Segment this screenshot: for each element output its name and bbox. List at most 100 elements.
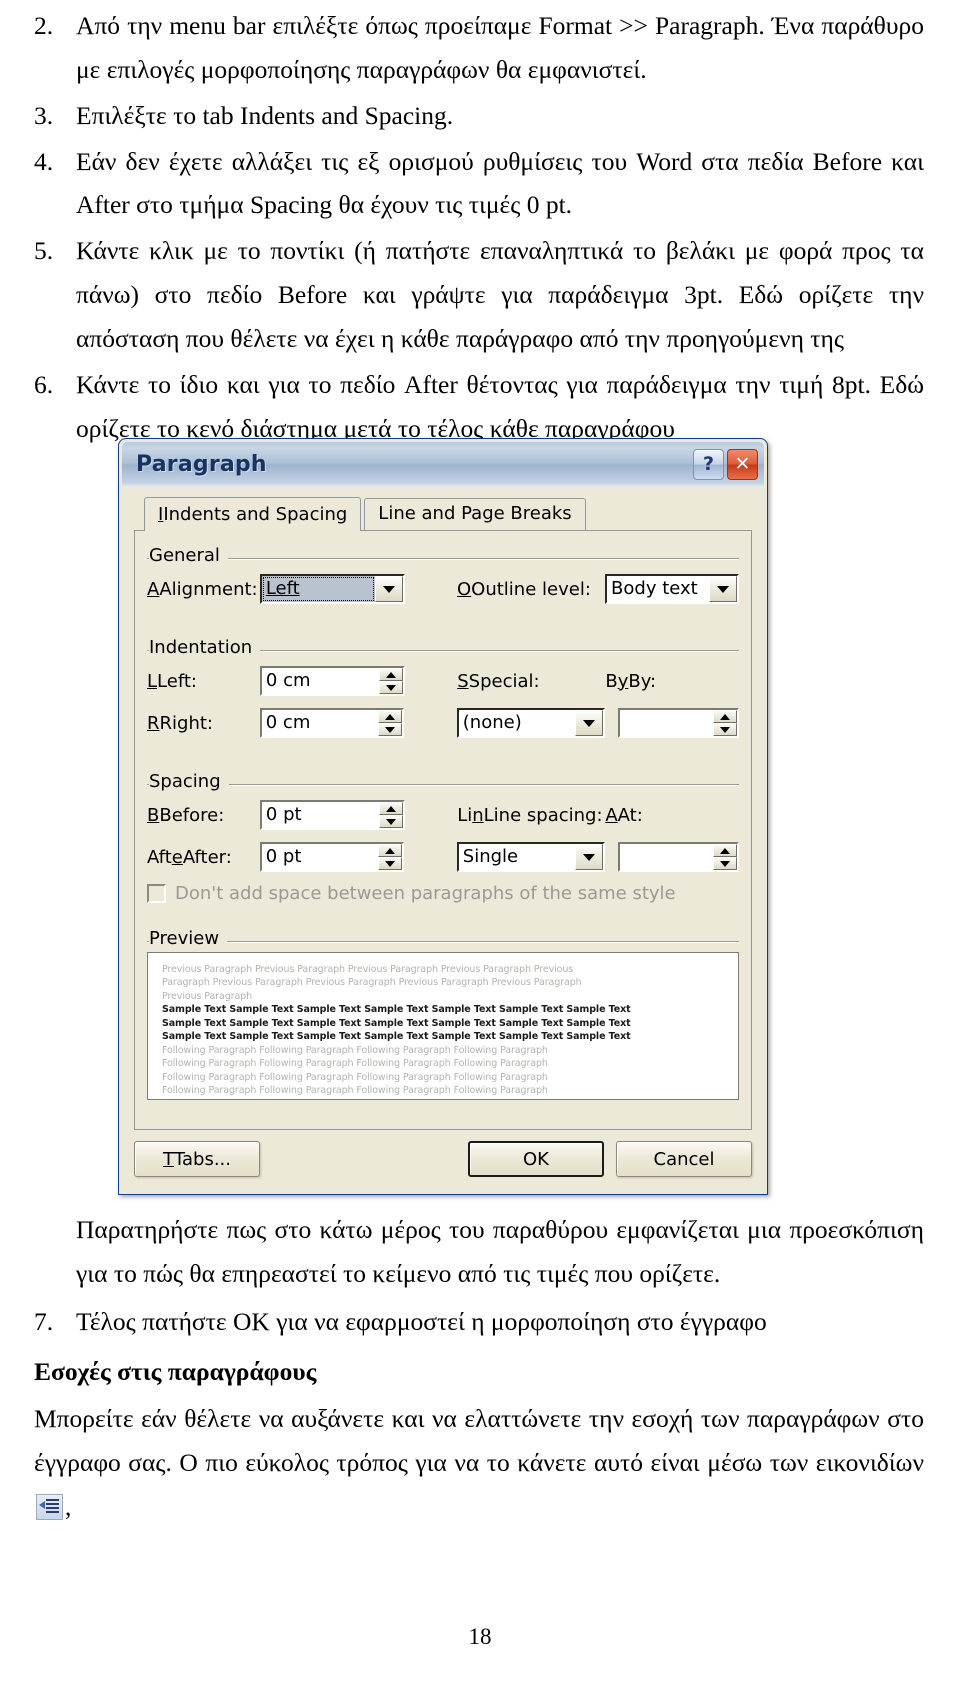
spin-up-icon[interactable] — [378, 802, 403, 815]
indent-left-stepper[interactable]: 0 cm — [259, 666, 405, 696]
tab-strip: IIndents and Spacing Line and Page Break… — [134, 496, 752, 531]
spacing-before-spin-buttons[interactable] — [378, 802, 403, 828]
spacing-at-value — [620, 844, 713, 870]
dialog-inner: Paragraph ? ✕ IIndents and Spacing Line … — [122, 442, 764, 1191]
group-spacing-title: Spacing — [149, 771, 229, 792]
preview-sample-line: Sample Text Sample Text Sample Text Samp… — [162, 1017, 631, 1029]
list-item-number: 5. — [34, 236, 54, 266]
indent-left-spin-buttons[interactable] — [378, 668, 403, 694]
list-item-text: Εάν δεν έχετε αλλάξει τις εξ ορισμού ρυθ… — [76, 146, 924, 220]
spin-up-icon[interactable] — [713, 844, 737, 857]
tab-line-and-page-breaks-label: Line and Page Breaks — [378, 503, 572, 525]
by-label: ByBy: — [605, 670, 657, 692]
indent-right-spin-buttons[interactable] — [378, 710, 403, 736]
group-spacing-content: BBefore: 0 pt LinLine spacing: AAt: Afte… — [147, 773, 739, 904]
group-general-rule — [147, 558, 739, 560]
spin-down-icon[interactable] — [378, 857, 403, 870]
spin-up-icon[interactable] — [378, 668, 403, 681]
group-preview-title: Preview — [149, 928, 228, 949]
preview-previous-line: Paragraph Previous Paragraph Previous Pa… — [162, 977, 582, 989]
close-icon[interactable]: ✕ — [727, 448, 758, 480]
tab-line-and-page-breaks[interactable]: Line and Page Breaks — [364, 498, 586, 530]
special-dropdown[interactable]: (none) — [456, 708, 606, 738]
spin-down-icon[interactable] — [713, 857, 737, 870]
line-spacing-value: Single — [462, 846, 519, 867]
indent-left-row: LLeft: 0 cm SSpecial: ByBy: — [147, 665, 739, 697]
at-label: AAt: — [605, 804, 643, 826]
list-item-number: 3. — [34, 100, 54, 130]
alignment-dropdown[interactable]: Left — [259, 574, 405, 604]
list-item-number: 7. — [34, 1306, 54, 1336]
spin-down-icon[interactable] — [378, 815, 403, 828]
spacing-before-row: BBefore: 0 pt LinLine spacing: AAt: — [147, 799, 739, 831]
list-item-number: 6. — [34, 369, 54, 399]
alignment-chevron-down-icon[interactable] — [374, 576, 403, 602]
dialog-titlebar[interactable]: Paragraph ? ✕ — [122, 442, 764, 486]
group-spacing: Spacing BBefore: 0 pt LinLine spacing: A… — [147, 771, 739, 904]
indent-by-value — [620, 710, 713, 736]
outline-level-chevron-down-icon[interactable] — [709, 576, 738, 602]
spacing-after-value: 0 pt — [265, 846, 302, 867]
tab-panel-indents-and-spacing: General AAlignment: Left OOutline level:… — [134, 530, 752, 1130]
paragraph-preview: Previous Paragraph Previous Paragraph Pr… — [147, 952, 739, 1100]
closing-paragraph-text-before: Μπορείτε εάν θέλετε να αυξάνετε και να ε… — [34, 1404, 924, 1478]
indent-by-spin-buttons[interactable] — [713, 710, 737, 736]
tab-indents-and-spacing-label: Indents and Spacing — [163, 504, 348, 526]
list-item-number: 2. — [34, 11, 54, 40]
indent-right-stepper[interactable]: 0 cm — [259, 708, 405, 738]
closing-paragraph: Μπορείτε εάν θέλετε να αυξάνετε και να ε… — [34, 1397, 924, 1529]
dialog-body: IIndents and Spacing Line and Page Break… — [122, 486, 764, 1191]
alignment-value: Left — [261, 576, 375, 602]
dont-add-space-checkbox[interactable] — [147, 884, 166, 903]
outline-level-dropdown[interactable]: Body text — [605, 574, 740, 604]
special-chevron-down-icon[interactable] — [575, 710, 604, 736]
spin-down-icon[interactable] — [378, 681, 403, 694]
spin-up-icon[interactable] — [378, 844, 403, 857]
spacing-after-spin-buttons[interactable] — [378, 844, 403, 870]
spacing-before-label: BBefore: — [147, 804, 225, 826]
line-spacing-chevron-down-icon[interactable] — [575, 844, 604, 870]
spin-up-icon[interactable] — [713, 710, 737, 723]
spin-down-icon[interactable] — [713, 723, 737, 736]
dialog-button-row: T Tabs... OK Cancel — [134, 1141, 752, 1177]
alignment-row: AAlignment: Left OOutline level: Body te… — [147, 573, 740, 605]
tab-indents-and-spacing[interactable]: IIndents and Spacing — [144, 497, 362, 531]
closing-paragraph-text-after: , — [65, 1492, 72, 1522]
group-general-content: AAlignment: Left OOutline level: Body te… — [147, 547, 740, 605]
indent-right-value: 0 cm — [265, 712, 311, 733]
dialog-title: Paragraph — [136, 451, 267, 477]
indent-right-row: RRight: 0 cm (none) — [147, 707, 739, 739]
dont-add-space-checkbox-row[interactable]: Don't add space between paragraphs of th… — [147, 883, 739, 904]
list-item: 3. Επιλέξτε το tab Indents and Spacing. — [34, 94, 924, 138]
tabs-button[interactable]: T Tabs... — [134, 1141, 260, 1177]
spacing-at-spin-buttons[interactable] — [713, 844, 737, 870]
list-item-text: Κάντε κλικ με το ποντίκι (ή πατήστε επαν… — [76, 236, 924, 354]
spacing-at-stepper[interactable] — [617, 842, 739, 872]
list-item: 7. Τέλος πατήστε ΟΚ για να εφαρμοστεί η … — [34, 1300, 924, 1344]
list-item: 5. Κάντε κλικ με το ποντίκι (ή πατήστε ε… — [34, 229, 924, 361]
indent-left-value: 0 cm — [265, 670, 311, 691]
line-spacing-dropdown[interactable]: Single — [456, 842, 606, 872]
document-page: 2. Από την menu bar επιλέξτε όπως προείπ… — [0, 4, 960, 453]
list-item: 2. Από την menu bar επιλέξτε όπως προείπ… — [34, 4, 924, 92]
cancel-button[interactable]: Cancel — [616, 1141, 752, 1177]
paragraph-dialog[interactable]: Paragraph ? ✕ IIndents and Spacing Line … — [118, 438, 768, 1195]
preview-following-line: Following Paragraph Following Paragraph … — [162, 1058, 548, 1070]
ok-button[interactable]: OK — [468, 1141, 604, 1177]
indent-right-label: RRight: — [147, 712, 213, 734]
group-general: General AAlignment: Left OOutline level:… — [147, 545, 740, 605]
spacing-before-stepper[interactable]: 0 pt — [259, 800, 405, 830]
list-item-text: Τέλος πατήστε ΟΚ για να εφαρμοστεί η μορ… — [76, 1306, 767, 1336]
group-preview: Preview Previous Paragraph Previous Para… — [147, 928, 739, 1100]
spin-up-icon[interactable] — [378, 710, 403, 723]
spacing-before-value: 0 pt — [265, 804, 302, 825]
outline-level-label: OOutline level: — [457, 578, 591, 600]
special-value: (none) — [462, 712, 522, 733]
spacing-after-stepper[interactable]: 0 pt — [259, 842, 405, 872]
line-spacing-label: LinLine spacing: — [457, 804, 603, 826]
indent-by-stepper[interactable] — [617, 708, 739, 738]
preview-sample-line: Sample Text Sample Text Sample Text Samp… — [162, 1031, 631, 1043]
spacing-after-label: AfteAfter: — [147, 846, 232, 868]
spin-down-icon[interactable] — [378, 723, 403, 736]
help-icon[interactable]: ? — [693, 448, 724, 480]
